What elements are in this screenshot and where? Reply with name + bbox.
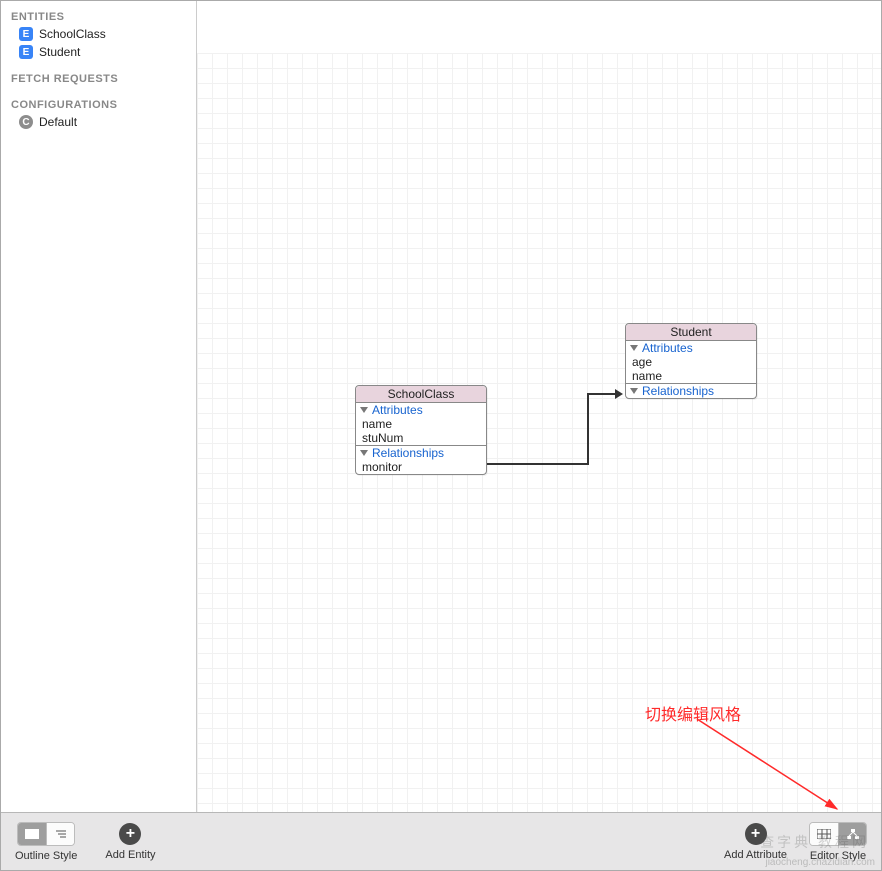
add-attribute-label: Add Attribute (724, 849, 787, 861)
entity-schoolclass[interactable]: SchoolClass Attributes name stuNum Relat… (355, 385, 487, 475)
sidebar-item-label: Default (39, 115, 77, 129)
entity-student[interactable]: Student Attributes age name Relationship… (625, 323, 757, 399)
disclosure-triangle-icon (360, 450, 368, 456)
disclosure-triangle-icon (630, 345, 638, 351)
sidebar-item-label: Student (39, 45, 80, 59)
attributes-section-label[interactable]: Attributes (360, 403, 482, 417)
plus-icon: + (751, 826, 760, 842)
sidebar-item-label: SchoolClass (39, 27, 106, 41)
diagram-canvas[interactable]: SchoolClass Attributes name stuNum Relat… (197, 1, 881, 812)
entities-header: ENTITIES (1, 7, 196, 25)
config-badge-icon: C (19, 115, 33, 129)
attribute-row[interactable]: stuNum (360, 431, 482, 445)
editor-style-segmented[interactable] (809, 822, 867, 846)
add-entity-group: + Add Entity (105, 823, 155, 861)
attributes-section-label[interactable]: Attributes (630, 341, 752, 355)
grid-background (197, 53, 881, 812)
relationship-row[interactable]: monitor (360, 460, 482, 474)
relationship-arrow-head-icon (615, 389, 623, 399)
bottom-toolbar: Outline Style + Add Entity + Add Attribu… (1, 812, 881, 870)
add-entity-label: Add Entity (105, 849, 155, 861)
relationship-arrow-segment (587, 393, 617, 395)
relationship-arrow-segment (587, 393, 589, 465)
disclosure-triangle-icon (360, 407, 368, 413)
outline-list-button[interactable] (18, 823, 46, 845)
plus-icon: + (126, 826, 135, 842)
attribute-row[interactable]: name (630, 369, 752, 383)
entity-badge-icon: E (19, 45, 33, 59)
relationships-section-label[interactable]: Relationships (630, 384, 752, 398)
configurations-header: CONFIGURATIONS (1, 95, 196, 113)
add-attribute-button[interactable]: + (745, 823, 767, 845)
entity-title: Student (626, 324, 756, 341)
editor-graph-button[interactable] (838, 823, 866, 845)
entity-badge-icon: E (19, 27, 33, 41)
disclosure-triangle-icon (630, 388, 638, 394)
entity-title: SchoolClass (356, 386, 486, 403)
sidebar-item-schoolclass[interactable]: E SchoolClass (1, 25, 196, 43)
sidebar: ENTITIES E SchoolClass E Student FETCH R… (1, 1, 197, 812)
add-attribute-group: + Add Attribute (724, 823, 787, 861)
editor-table-button[interactable] (810, 823, 838, 845)
add-entity-button[interactable]: + (119, 823, 141, 845)
relationships-section-label[interactable]: Relationships (360, 446, 482, 460)
attribute-row[interactable]: age (630, 355, 752, 369)
attribute-row[interactable]: name (360, 417, 482, 431)
outline-style-label: Outline Style (15, 850, 77, 862)
editor-style-group: Editor Style (809, 822, 867, 862)
relationship-arrow-segment (487, 463, 587, 465)
outline-hierarchy-button[interactable] (46, 823, 74, 845)
editor-style-label: Editor Style (810, 850, 866, 862)
outline-style-group: Outline Style (15, 822, 77, 862)
fetch-requests-header: FETCH REQUESTS (1, 69, 196, 87)
annotation-arrow-icon (697, 719, 877, 812)
sidebar-item-default-config[interactable]: C Default (1, 113, 196, 131)
sidebar-item-student[interactable]: E Student (1, 43, 196, 61)
outline-style-segmented[interactable] (17, 822, 75, 846)
